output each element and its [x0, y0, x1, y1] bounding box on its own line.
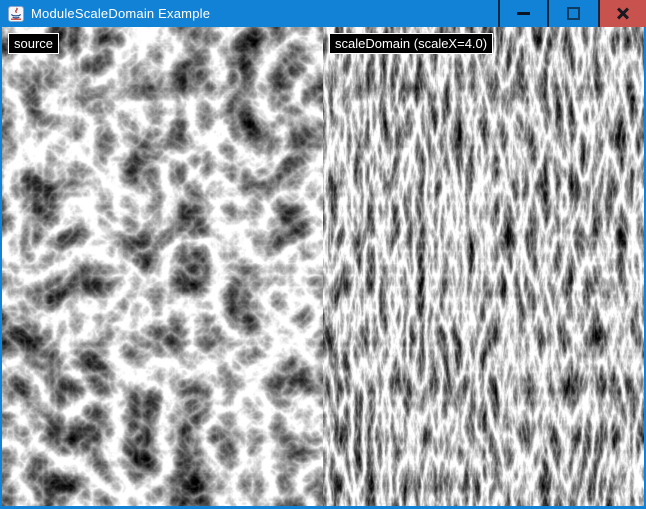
window-controls [498, 0, 646, 27]
close-icon [616, 7, 630, 21]
scaledomain-panel: scaleDomain (scaleX=4.0) [323, 27, 644, 506]
app-window: ModuleScaleDomain Example source scaleDo… [0, 0, 646, 509]
close-button[interactable] [600, 0, 646, 27]
content-area: source scaleDomain (scaleX=4.0) [2, 27, 644, 506]
minimize-button[interactable] [500, 0, 547, 27]
source-panel: source [2, 27, 323, 506]
scaledomain-noise-image [323, 27, 644, 506]
source-label: source [8, 33, 59, 54]
source-noise-image [2, 27, 323, 506]
java-app-icon [8, 6, 24, 22]
titlebar[interactable]: ModuleScaleDomain Example [0, 0, 646, 27]
minimize-icon [517, 12, 530, 15]
maximize-button[interactable] [549, 0, 598, 27]
scaledomain-label: scaleDomain (scaleX=4.0) [329, 33, 493, 54]
maximize-icon [567, 7, 580, 20]
window-title: ModuleScaleDomain Example [31, 6, 210, 21]
